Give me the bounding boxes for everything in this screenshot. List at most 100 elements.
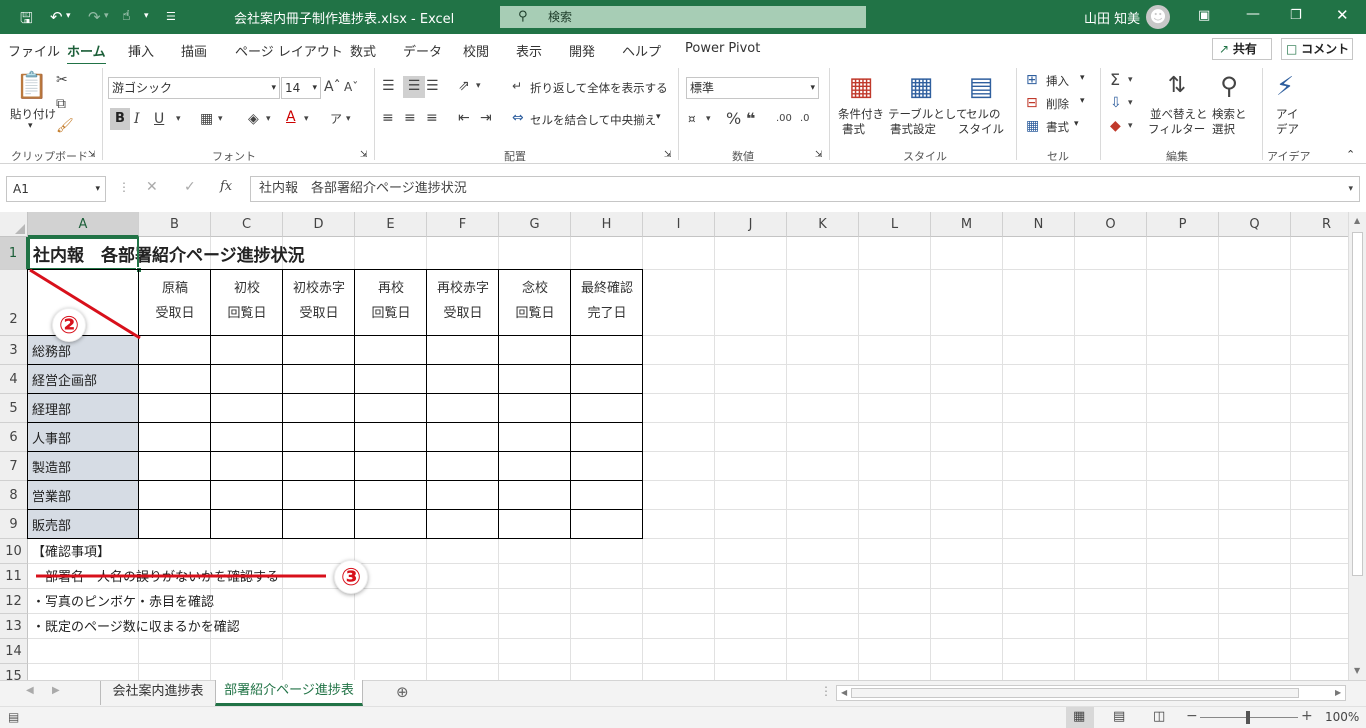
- cell-p7[interactable]: [1147, 452, 1219, 481]
- ideas-line2[interactable]: デア: [1276, 121, 1299, 137]
- clear-dropdown-icon[interactable]: ▾: [1128, 116, 1133, 136]
- tab-file[interactable]: ファイル: [8, 41, 60, 60]
- cell-o8[interactable]: [1075, 481, 1147, 510]
- cell-p13[interactable]: [1147, 614, 1219, 639]
- cell-k5[interactable]: [787, 394, 859, 423]
- normal-view-button[interactable]: ▦: [1066, 707, 1094, 728]
- cell-n6[interactable]: [1003, 423, 1075, 452]
- cell-r2[interactable]: [1291, 270, 1348, 336]
- zoom-out-icon[interactable]: −: [1186, 708, 1198, 724]
- cell-o5[interactable]: [1075, 394, 1147, 423]
- font-size-select[interactable]: 14 ▾: [281, 77, 321, 99]
- cell-l4[interactable]: [859, 365, 931, 394]
- insert-cells-icon[interactable]: ⊞: [1026, 70, 1038, 90]
- cell-j8[interactable]: [715, 481, 787, 510]
- vertical-scrollbar[interactable]: ▲ ▼: [1348, 212, 1366, 680]
- cell-l8[interactable]: [859, 481, 931, 510]
- cell-o4[interactable]: [1075, 365, 1147, 394]
- cell-p15[interactable]: [1147, 664, 1219, 680]
- cell-q10[interactable]: [1219, 539, 1291, 564]
- delete-dropdown-icon[interactable]: ▾: [1080, 96, 1085, 106]
- currency-format-icon[interactable]: ¤: [688, 109, 696, 129]
- tab-formulas[interactable]: 数式: [350, 41, 376, 60]
- cell-q1[interactable]: [1219, 237, 1291, 270]
- column-header-k[interactable]: K: [787, 212, 859, 237]
- fill-dropdown-icon[interactable]: ▾: [1128, 93, 1133, 113]
- cell-r14[interactable]: [1291, 639, 1348, 664]
- cell-k4[interactable]: [787, 365, 859, 394]
- cell-m11[interactable]: [931, 564, 1003, 589]
- tab-help[interactable]: ヘルプ: [622, 41, 661, 60]
- conditional-formatting-icon[interactable]: ▦: [844, 70, 878, 104]
- paste-label[interactable]: 貼り付け: [10, 106, 56, 122]
- customize-qat-icon[interactable]: ☰: [166, 10, 176, 23]
- increase-indent-icon[interactable]: ⇥: [480, 108, 492, 128]
- undo-dropdown-icon[interactable]: ▾: [66, 11, 71, 21]
- cell-j9[interactable]: [715, 510, 787, 539]
- cell-o15[interactable]: [1075, 664, 1147, 680]
- ideas-icon[interactable]: ⚡: [1270, 70, 1300, 104]
- cell-k11[interactable]: [787, 564, 859, 589]
- align-middle-button[interactable]: ☰: [403, 76, 425, 98]
- cell-l10[interactable]: [859, 539, 931, 564]
- cell-q12[interactable]: [1219, 589, 1291, 614]
- font-color-dropdown-icon[interactable]: ▾: [304, 109, 309, 129]
- undo-icon[interactable]: ↶: [50, 8, 63, 26]
- cell-r4[interactable]: [1291, 365, 1348, 394]
- cell-r10[interactable]: [1291, 539, 1348, 564]
- cell-r6[interactable]: [1291, 423, 1348, 452]
- cell-r3[interactable]: [1291, 336, 1348, 365]
- cell-k14[interactable]: [787, 639, 859, 664]
- cell-p4[interactable]: [1147, 365, 1219, 394]
- cell-o13[interactable]: [1075, 614, 1147, 639]
- cell-k2[interactable]: [787, 270, 859, 336]
- cell-p10[interactable]: [1147, 539, 1219, 564]
- collapse-ribbon-icon[interactable]: ⌃: [1346, 148, 1355, 161]
- cell-o14[interactable]: [1075, 639, 1147, 664]
- comma-style-icon[interactable]: ❝: [746, 109, 755, 129]
- column-header-o[interactable]: O: [1075, 212, 1147, 237]
- cell-o2[interactable]: [1075, 270, 1147, 336]
- decrease-font-size-icon[interactable]: Aˇ: [344, 77, 358, 97]
- cell-l2[interactable]: [859, 270, 931, 336]
- cell-j14[interactable]: [715, 639, 787, 664]
- cell-n3[interactable]: [1003, 336, 1075, 365]
- cell-r11[interactable]: [1291, 564, 1348, 589]
- minimize-icon[interactable]: —: [1246, 6, 1260, 22]
- cell-j6[interactable]: [715, 423, 787, 452]
- paste-dropdown-icon[interactable]: ▾: [28, 121, 33, 131]
- cell-r13[interactable]: [1291, 614, 1348, 639]
- format-cells-icon[interactable]: ▦: [1026, 116, 1039, 136]
- sort-filter-line2[interactable]: フィルター: [1148, 121, 1205, 137]
- phonetic-guide-icon[interactable]: ア: [330, 109, 342, 129]
- zoom-slider-thumb[interactable]: [1246, 711, 1250, 724]
- cell-o3[interactable]: [1075, 336, 1147, 365]
- format-cells-button[interactable]: 書式: [1046, 119, 1069, 135]
- cell-j10[interactable]: [715, 539, 787, 564]
- font-launcher-icon[interactable]: ⇲: [360, 150, 368, 160]
- sheet-tab-company[interactable]: 会社案内進捗表: [100, 681, 215, 705]
- cell-l13[interactable]: [859, 614, 931, 639]
- cell-o11[interactable]: [1075, 564, 1147, 589]
- cell-k10[interactable]: [787, 539, 859, 564]
- tab-view[interactable]: 表示: [516, 41, 542, 60]
- cell-n1[interactable]: [1003, 237, 1075, 270]
- cell-j1[interactable]: [715, 237, 787, 270]
- close-icon[interactable]: ✕: [1336, 6, 1349, 24]
- cell-j4[interactable]: [715, 365, 787, 394]
- tab-review[interactable]: 校閲: [463, 41, 489, 60]
- delete-cells-icon[interactable]: ⊟: [1026, 93, 1038, 113]
- scroll-right-icon[interactable]: ▶: [1335, 686, 1341, 700]
- copy-icon[interactable]: ⧉: [56, 94, 66, 114]
- cell-n4[interactable]: [1003, 365, 1075, 394]
- column-header-l[interactable]: L: [859, 212, 931, 237]
- column-header-n[interactable]: N: [1003, 212, 1075, 237]
- font-color-icon[interactable]: A: [286, 107, 296, 127]
- search-box[interactable]: ⚲ 検索: [500, 6, 866, 28]
- worksheet-grid[interactable]: ABCDEFGHIJKLMNOPQR 1 2 3 4 5 6 7 8 9 10 11 12 13 14 15…: [0, 212, 1348, 680]
- italic-button[interactable]: I: [134, 109, 140, 129]
- tab-splitter-icon[interactable]: ⋮: [820, 684, 832, 698]
- phonetic-dropdown-icon[interactable]: ▾: [346, 109, 351, 129]
- avatar[interactable]: ☻: [1146, 5, 1170, 29]
- cell-r8[interactable]: [1291, 481, 1348, 510]
